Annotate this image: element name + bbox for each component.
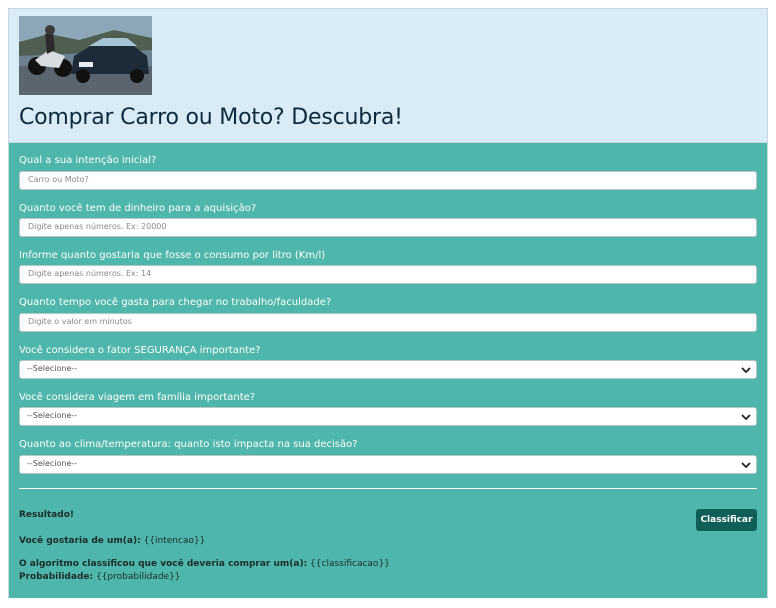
result-classificacao-value: {{classificacao}} <box>310 559 390 569</box>
seguranca-select-value: --Selecione-- <box>27 364 78 373</box>
car-and-motorcycle-image <box>19 16 152 95</box>
chevron-down-icon <box>741 367 751 374</box>
result-probabilidade-label: Probabilidade: <box>19 572 94 582</box>
intencao-label: Qual a sua intenção inicial? <box>19 155 157 166</box>
result-classificacao: O algoritmo classificou que você deveria… <box>19 559 390 569</box>
result-classificacao-label: O algoritmo classificou que você deveria… <box>19 559 308 569</box>
viagem-select[interactable]: --Selecione-- <box>19 407 757 426</box>
dinheiro-placeholder: Digite apenas números. Ex: 20000 <box>28 222 167 231</box>
clima-select[interactable]: --Selecione-- <box>19 455 757 474</box>
result-intencao-value: {{intencao}} <box>143 536 206 546</box>
page-title: Comprar Carro ou Moto? Descubra! <box>19 105 403 130</box>
dinheiro-label: Quanto você tem de dinheiro para a aquis… <box>19 203 257 214</box>
result-probabilidade: Probabilidade: {{probabilidade}} <box>19 572 181 582</box>
viagem-label: Você considera viagem em família importa… <box>19 392 256 403</box>
result-heading: Resultado! <box>19 510 74 520</box>
viagem-select-value: --Selecione-- <box>27 411 78 420</box>
form-panel: Qual a sua intenção inicial? Carro ou Mo… <box>9 143 767 598</box>
clima-select-value: --Selecione-- <box>27 459 78 468</box>
seguranca-label: Você considera o fator SEGURANÇA importa… <box>19 345 261 356</box>
hero-image <box>19 16 152 95</box>
result-intencao: Você gostaria de um(a): {{intencao}} <box>19 536 205 546</box>
header: Comprar Carro ou Moto? Descubra! <box>9 9 767 143</box>
chevron-down-icon <box>741 462 751 469</box>
clima-label: Quanto ao clima/temperatura: quanto isto… <box>19 439 358 450</box>
tempo-input[interactable]: Digite o valor em minutos <box>19 313 757 332</box>
divider <box>19 488 757 489</box>
consumo-input[interactable]: Digite apenas números. Ex: 14 <box>19 265 757 284</box>
intencao-input[interactable]: Carro ou Moto? <box>19 171 757 190</box>
tempo-placeholder: Digite o valor em minutos <box>28 317 132 326</box>
tempo-label: Quanto tempo você gasta para chegar no t… <box>19 297 332 308</box>
dinheiro-input[interactable]: Digite apenas números. Ex: 20000 <box>19 218 757 237</box>
seguranca-select[interactable]: --Selecione-- <box>19 360 757 379</box>
classificar-button[interactable]: Classificar <box>696 509 757 531</box>
consumo-label: Informe quanto gostaria que fosse o cons… <box>19 250 326 261</box>
page-card: Comprar Carro ou Moto? Descubra! Qual a … <box>8 8 768 598</box>
result-intencao-label: Você gostaria de um(a): <box>19 536 141 546</box>
intencao-placeholder: Carro ou Moto? <box>28 175 89 184</box>
result-probabilidade-value: {{probabilidade}} <box>95 572 181 582</box>
chevron-down-icon <box>741 414 751 421</box>
consumo-placeholder: Digite apenas números. Ex: 14 <box>28 269 152 278</box>
